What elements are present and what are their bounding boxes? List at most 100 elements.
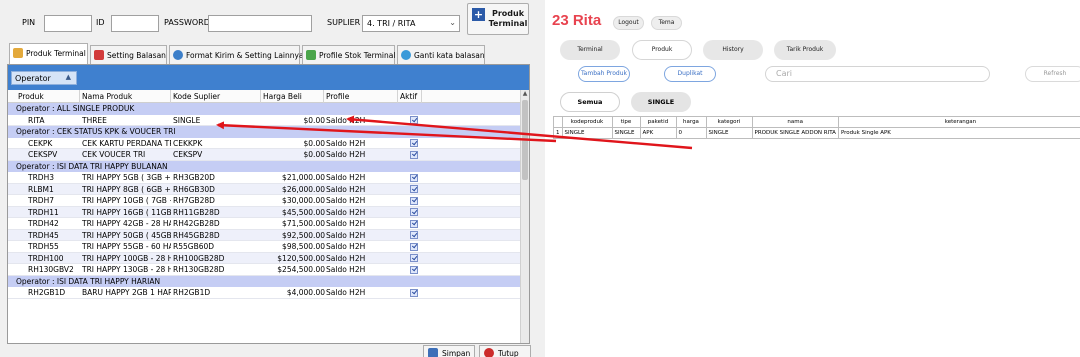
wrench-icon — [94, 50, 104, 60]
table-row[interactable]: CEKSPV CEK VOUCER TRI CEKSPV $0.00 Saldo H2H — [8, 149, 529, 161]
table-row[interactable]: TRDH100 TRI HAPPY 100GB - 28 HARIRH100GB2… — [8, 252, 529, 264]
cell-produk: TRDH7 — [28, 196, 54, 205]
column-header[interactable]: Produk — [16, 90, 80, 103]
table-row[interactable]: CEKPK CEK KARTU PERDANA TRI CEKKPK $0.00 Sal… — [8, 137, 529, 149]
cell-kode: SINGLE — [173, 115, 201, 125]
cell-harga: $30,000.00 — [282, 196, 325, 205]
table-row[interactable]: TRDH42 TRI HAPPY 42GB - 28 HARIRH42GB28D $… — [8, 218, 529, 230]
logout-button[interactable]: Logout — [613, 16, 644, 30]
produk-terminal-button-label: Produk Terminal — [488, 9, 528, 28]
cell-kode: RH6GB30D — [173, 184, 215, 194]
column-header[interactable]: harga — [675, 116, 707, 128]
table-row[interactable]: RH2GB1D BARU HAPPY 2GB 1 HARI RH2GB1D $4,00… — [8, 287, 529, 299]
cell-produk: TRDH3 — [28, 173, 54, 182]
group-header-row[interactable]: Operator : ALL SINGLE PRODUK — [8, 103, 529, 115]
refresh-button[interactable]: Refresh — [1025, 66, 1080, 82]
column-header[interactable]: Profile — [324, 90, 398, 103]
tab-setting-balasan[interactable]: Setting Balasan — [90, 45, 167, 64]
table-row[interactable]: 1 SINGLE SINGLE APK 0 SINGLE PRODUK SING… — [553, 127, 1080, 139]
column-header[interactable]: kategori — [705, 116, 753, 128]
floppy-icon — [428, 348, 438, 357]
suplier-select[interactable]: 4. TRI / RITA ⌄ — [362, 15, 460, 32]
produk-terminal-button[interactable]: + Produk Terminal — [467, 3, 529, 35]
cell-produk: RH2GB1D — [28, 288, 66, 297]
aktif-checkbox[interactable] — [410, 288, 418, 297]
close-icon — [484, 348, 494, 357]
row-marker: 1 — [553, 127, 563, 139]
aktif-checkbox[interactable] — [410, 242, 418, 251]
duplicate-button[interactable]: Duplikat — [664, 66, 716, 82]
filter-single[interactable]: SINGLE — [631, 92, 691, 112]
group-header-row[interactable]: Operator : ISI DATA TRI HAPPY HARIAN — [8, 275, 529, 287]
aktif-checkbox[interactable] — [410, 254, 418, 262]
cell-profile: Saldo H2H — [326, 115, 366, 125]
aktif-checkbox[interactable] — [410, 150, 418, 159]
column-header[interactable]: kodeproduk — [561, 116, 613, 128]
aktif-checkbox[interactable] — [410, 139, 418, 147]
table-row[interactable]: RH130GBV2 TRI HAPPY 130GB - 28 HARIRH130G… — [8, 264, 529, 276]
nav-history[interactable]: History — [703, 40, 763, 60]
tab-produk-terminal[interactable]: Produk Terminal — [9, 43, 88, 64]
tab-label: Setting Balasan — [107, 51, 166, 60]
add-product-button[interactable]: Tambah Produk — [578, 66, 630, 82]
group-by-chip[interactable]: Operator ▲ — [11, 71, 77, 85]
plus-icon: + — [472, 8, 485, 21]
aktif-checkbox[interactable] — [410, 231, 418, 239]
column-header[interactable]: keterangan — [837, 116, 1080, 128]
table-row[interactable]: TRDH7 TRI HAPPY 10GB ( 7GB + 3GBRH7GB28D $… — [8, 195, 529, 207]
theme-button[interactable]: Tema — [651, 16, 682, 30]
scroll-up-icon[interactable]: ▲ — [521, 90, 529, 97]
aktif-checkbox[interactable] — [410, 116, 418, 124]
close-button[interactable]: Tutup — [479, 345, 531, 357]
cell-produk: RITA — [28, 115, 45, 125]
scrollbar-thumb[interactable] — [522, 100, 528, 180]
cell-kategori: SINGLE — [705, 127, 753, 139]
filter-semua[interactable]: Semua — [560, 92, 620, 112]
nav-terminal[interactable]: Terminal — [560, 40, 620, 60]
chevron-down-icon: ⌄ — [449, 18, 456, 27]
id-input[interactable] — [111, 15, 159, 32]
table-row[interactable]: RITA THREE SINGLE $0.00 Saldo H2H — [8, 114, 529, 126]
cell-harga: $21,000.00 — [282, 173, 325, 182]
vertical-scrollbar[interactable]: ▲ — [520, 90, 529, 343]
nav-tarik-produk[interactable]: Tarik Produk — [774, 40, 836, 60]
tab-label: Profile Stok Terminal — [319, 51, 396, 60]
table-row[interactable]: TRDH55 TRI HAPPY 55GB - 60 HARIR55GB60D $9… — [8, 241, 529, 253]
column-header[interactable]: Harga Beli — [261, 90, 324, 103]
tab-profile-stok[interactable]: Profile Stok Terminal — [302, 45, 395, 64]
cell-harga: $0.00 — [303, 115, 325, 125]
column-header[interactable]: paketid — [639, 116, 677, 128]
aktif-checkbox[interactable] — [410, 196, 418, 205]
cell-kode: RH130GB28D — [173, 265, 225, 274]
column-header[interactable]: Nama Produk — [80, 90, 171, 103]
tab-format-kirim[interactable]: Format Kirim & Setting Lainnya — [169, 45, 304, 64]
aktif-checkbox[interactable] — [410, 185, 418, 193]
aktif-checkbox[interactable] — [410, 219, 418, 228]
password-input[interactable] — [208, 15, 312, 32]
column-header[interactable]: Aktif — [398, 90, 422, 103]
search-input[interactable]: Cari — [765, 66, 990, 82]
aktif-checkbox[interactable] — [410, 173, 418, 182]
nav-produk[interactable]: Produk — [632, 40, 692, 60]
cell-nama: TRI HAPPY 10GB ( 7GB + 3GB — [82, 196, 171, 205]
column-header[interactable]: nama — [751, 116, 839, 128]
table-row[interactable]: TRDH3 TRI HAPPY 5GB ( 3GB + 2GBRH3GB20D $2… — [8, 172, 529, 184]
pin-input[interactable] — [44, 15, 92, 32]
grid-body: Operator : ALL SINGLE PRODUK RITA THREE SIN… — [8, 103, 529, 299]
save-button[interactable]: Simpan — [423, 345, 475, 357]
cell-kode: CEKKPK — [173, 138, 203, 148]
column-header[interactable]: Kode Suplier — [171, 90, 261, 103]
cell-harga: $92,500.00 — [282, 230, 325, 240]
aktif-checkbox[interactable] — [410, 265, 418, 274]
group-header-row[interactable]: Operator : CEK STATUS KPK & VOUCER TRI — [8, 126, 529, 138]
table-row[interactable]: RLBM1 TRI HAPPY 8GB ( 6GB + 2GBRH6GB30D $2… — [8, 183, 529, 195]
aktif-checkbox[interactable] — [410, 208, 418, 216]
table-row[interactable]: TRDH45 TRI HAPPY 50GB ( 45GB + 5GBRH45GB2… — [8, 229, 529, 241]
column-header[interactable]: tipe — [611, 116, 641, 128]
table-row[interactable]: TRDH11 TRI HAPPY 16GB ( 11GB + 5GBRH11GB2… — [8, 206, 529, 218]
cell-profile: Saldo H2H — [326, 219, 366, 228]
cell-harga: 0 — [675, 127, 707, 139]
cell-profile: Saldo H2H — [326, 253, 366, 263]
group-header-row[interactable]: Operator : ISI DATA TRI HAPPY BULANAN — [8, 160, 529, 172]
tab-ganti-kata-balasan[interactable]: Ganti kata balasan — [397, 45, 485, 64]
